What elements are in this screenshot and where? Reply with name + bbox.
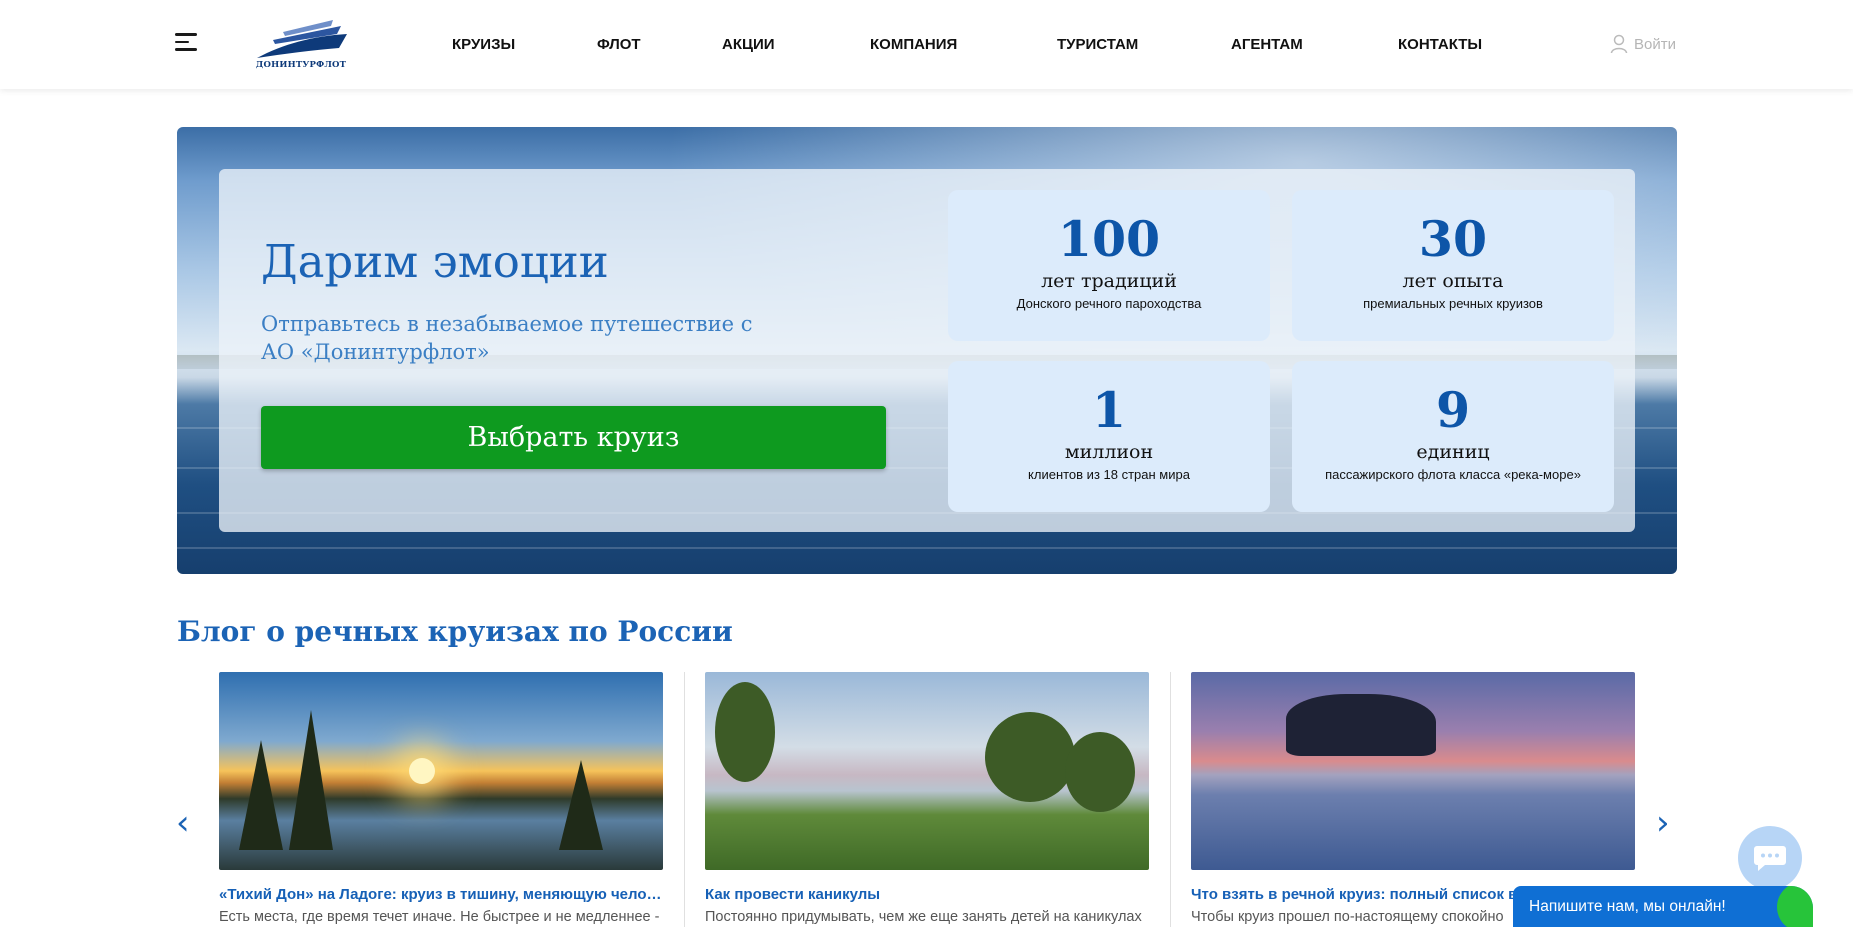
nav-agents[interactable]: АГЕНТАМ	[1231, 36, 1303, 53]
nav-cruises[interactable]: КРУИЗЫ	[452, 36, 515, 53]
nav-promotions[interactable]: АКЦИИ	[722, 36, 775, 53]
stat-card: 9 единиц пассажирского флота класса «рек…	[1292, 361, 1614, 512]
blog-card-image[interactable]	[219, 672, 663, 870]
stat-number: 1	[1091, 381, 1127, 439]
blog-card-link[interactable]: «Тихий Дон» на Ладоге: круиз в тишину, м…	[219, 886, 663, 903]
ship-logo-icon	[257, 20, 347, 58]
blog-section-title: Блог о речных круизах по России	[177, 615, 733, 648]
stat-card: 30 лет опыта премиальных речных круизов	[1292, 190, 1614, 341]
stat-number: 9	[1435, 381, 1471, 439]
carousel-next-icon[interactable]: ›	[1656, 806, 1670, 840]
hero-subtitle: Отправьтесь в незабываемое путешествие с…	[261, 312, 753, 364]
blog-card-excerpt: Постоянно придумывать, чем же еще занять…	[705, 909, 1142, 925]
nav-tourists[interactable]: ТУРИСТАМ	[1057, 36, 1138, 53]
stat-description: пассажирского флота класса «река-море»	[1325, 467, 1581, 482]
blog-card-image[interactable]	[705, 672, 1149, 870]
nav-fleet[interactable]: ФЛОТ	[597, 36, 641, 53]
chat-bar-label: Напишите нам, мы онлайн!	[1529, 898, 1726, 915]
blog-card: Как провести каникулы Постоянно придумыв…	[705, 672, 1149, 925]
stat-description: премиальных речных круизов	[1363, 296, 1543, 311]
login-label: Войти	[1634, 35, 1676, 53]
stat-description: Донского речного пароходства	[1016, 296, 1202, 311]
carousel-prev-icon[interactable]: ‹	[176, 806, 190, 840]
tree-shape	[559, 760, 603, 850]
chat-bubble-icon[interactable]	[1738, 826, 1802, 890]
burger-menu-icon[interactable]	[175, 33, 199, 53]
blog-card-excerpt: Есть места, где время течет иначе. Не бы…	[219, 909, 660, 925]
hero-banner: Дарим эмоции Отправьтесь в незабываемое …	[177, 127, 1677, 574]
tree-shape	[1065, 732, 1135, 812]
chat-status-dot	[1777, 886, 1813, 927]
stat-unit: лет опыта	[1402, 270, 1504, 292]
card-divider	[1170, 672, 1171, 927]
stat-description: клиентов из 18 стран мира	[1028, 467, 1190, 482]
stat-unit: миллион	[1064, 441, 1154, 463]
stat-number: 100	[1057, 210, 1161, 268]
stat-number: 30	[1418, 210, 1488, 268]
message-icon	[1754, 846, 1786, 871]
blog-card: «Тихий Дон» на Ладоге: круиз в тишину, м…	[219, 672, 663, 925]
site-header: ДОНИНТУРФЛОТ КРУИЗЫ ФЛОТ АКЦИИ КОМПАНИЯ …	[0, 0, 1853, 89]
blog-card-link[interactable]: Как провести каникулы	[705, 886, 1149, 903]
tree-shape	[715, 682, 775, 782]
card-divider	[684, 672, 685, 927]
tree-shape	[289, 710, 333, 850]
stat-card: 100 лет традиций Донского речного парохо…	[948, 190, 1270, 341]
island-shape	[1286, 694, 1436, 756]
logo[interactable]: ДОНИНТУРФЛОТ	[253, 18, 349, 72]
sun-shape	[409, 758, 435, 784]
login-button[interactable]: Войти	[1610, 34, 1676, 54]
user-icon	[1610, 34, 1628, 54]
hero-wave	[177, 547, 1677, 549]
online-chat-bar[interactable]: Напишите нам, мы онлайн!	[1513, 886, 1813, 927]
stat-card: 1 миллион клиентов из 18 стран мира	[948, 361, 1270, 512]
tree-shape	[239, 740, 283, 850]
blog-card-image[interactable]	[1191, 672, 1635, 870]
stat-unit: лет традиций	[1041, 270, 1177, 292]
choose-cruise-button[interactable]: Выбрать круиз	[261, 406, 886, 469]
nav-contacts[interactable]: КОНТАКТЫ	[1398, 36, 1482, 53]
logo-text: ДОНИНТУРФЛОТ	[255, 60, 347, 70]
hero-panel: Дарим эмоции Отправьтесь в незабываемое …	[219, 169, 1635, 532]
stat-unit: единиц	[1416, 441, 1490, 463]
nav-company[interactable]: КОМПАНИЯ	[870, 36, 957, 53]
tree-shape	[985, 712, 1075, 802]
hero-title: Дарим эмоции	[261, 235, 609, 288]
